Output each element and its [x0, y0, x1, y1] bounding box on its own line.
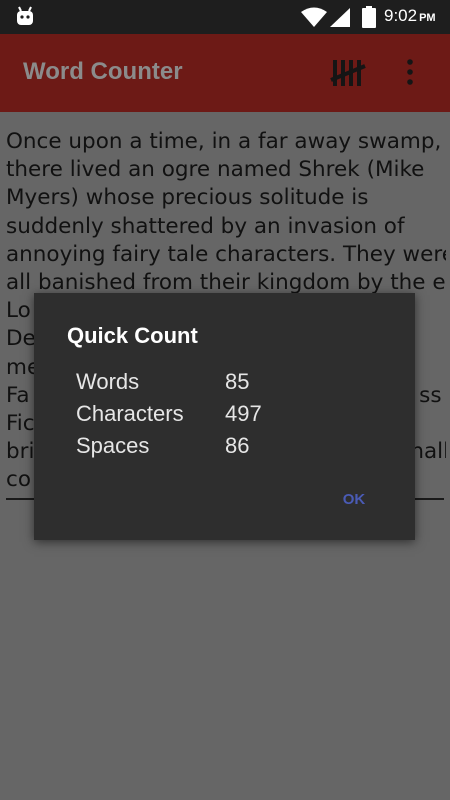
text-line: Myers) whose precious solitude is: [6, 185, 369, 211]
signal-icon: [330, 8, 352, 32]
text-line: there lived an ogre named Shrek (Mike: [6, 157, 425, 183]
dialog-title: Quick Count: [67, 323, 198, 348]
tally-marks-icon[interactable]: [330, 58, 366, 92]
stat-row-characters: Characters 497: [76, 401, 376, 433]
stat-value: 497: [225, 401, 262, 426]
status-clock: 9:02 PM: [384, 6, 436, 25]
text-line: Once upon a time, in a far away swamp,: [6, 129, 442, 154]
app-title: Word Counter: [23, 58, 183, 85]
status-bar: 9:02 PM: [0, 0, 450, 34]
more-vert-icon[interactable]: [405, 58, 415, 90]
stat-row-words: Words 85: [76, 369, 376, 401]
wifi-icon: [300, 7, 328, 31]
stat-value: 85: [225, 369, 250, 394]
text-line: suddenly shattered by an invasion of: [6, 213, 405, 239]
ok-button[interactable]: OK: [334, 491, 374, 511]
stat-value: 86: [225, 433, 250, 458]
android-icon: [14, 6, 36, 30]
stat-label: Characters: [76, 401, 184, 426]
text-line: annoying fairy tale characters. They wer…: [6, 241, 446, 267]
stats-list: Words 85 Characters 497 Spaces 86: [76, 369, 376, 465]
stat-label: Words: [76, 369, 140, 394]
stat-label: Spaces: [76, 433, 150, 458]
app-bar: Word Counter: [0, 34, 450, 112]
stat-row-spaces: Spaces 86: [76, 433, 376, 465]
battery-icon: [362, 6, 376, 32]
quick-count-dialog: Quick Count Words 85 Characters 497 Spac…: [34, 293, 415, 540]
